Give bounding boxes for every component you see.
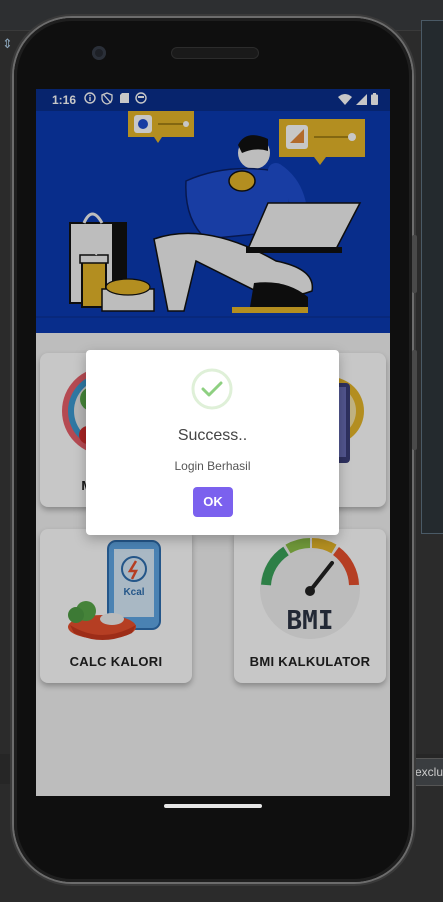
front-camera <box>92 46 106 60</box>
success-dialog: Success.. Login Berhasil OK <box>86 350 339 535</box>
ide-side-panel <box>421 20 443 534</box>
power-button <box>412 350 417 450</box>
dialog-title: Success.. <box>177 427 248 444</box>
dialog-message: Login Berhasil <box>174 459 251 473</box>
earpiece-speaker <box>172 48 258 58</box>
ide-sync-icon[interactable]: ⇕ <box>2 36 16 54</box>
check-circle-icon <box>191 368 233 410</box>
gesture-nav-handle[interactable] <box>164 804 262 808</box>
ok-button[interactable]: OK <box>193 487 233 517</box>
phone-screen: 1:16 Kcal CALC KALORI BMI BMI KALKULATOR… <box>36 89 390 796</box>
volume-button <box>412 235 417 293</box>
ide-right-tag: exclu <box>410 758 443 786</box>
